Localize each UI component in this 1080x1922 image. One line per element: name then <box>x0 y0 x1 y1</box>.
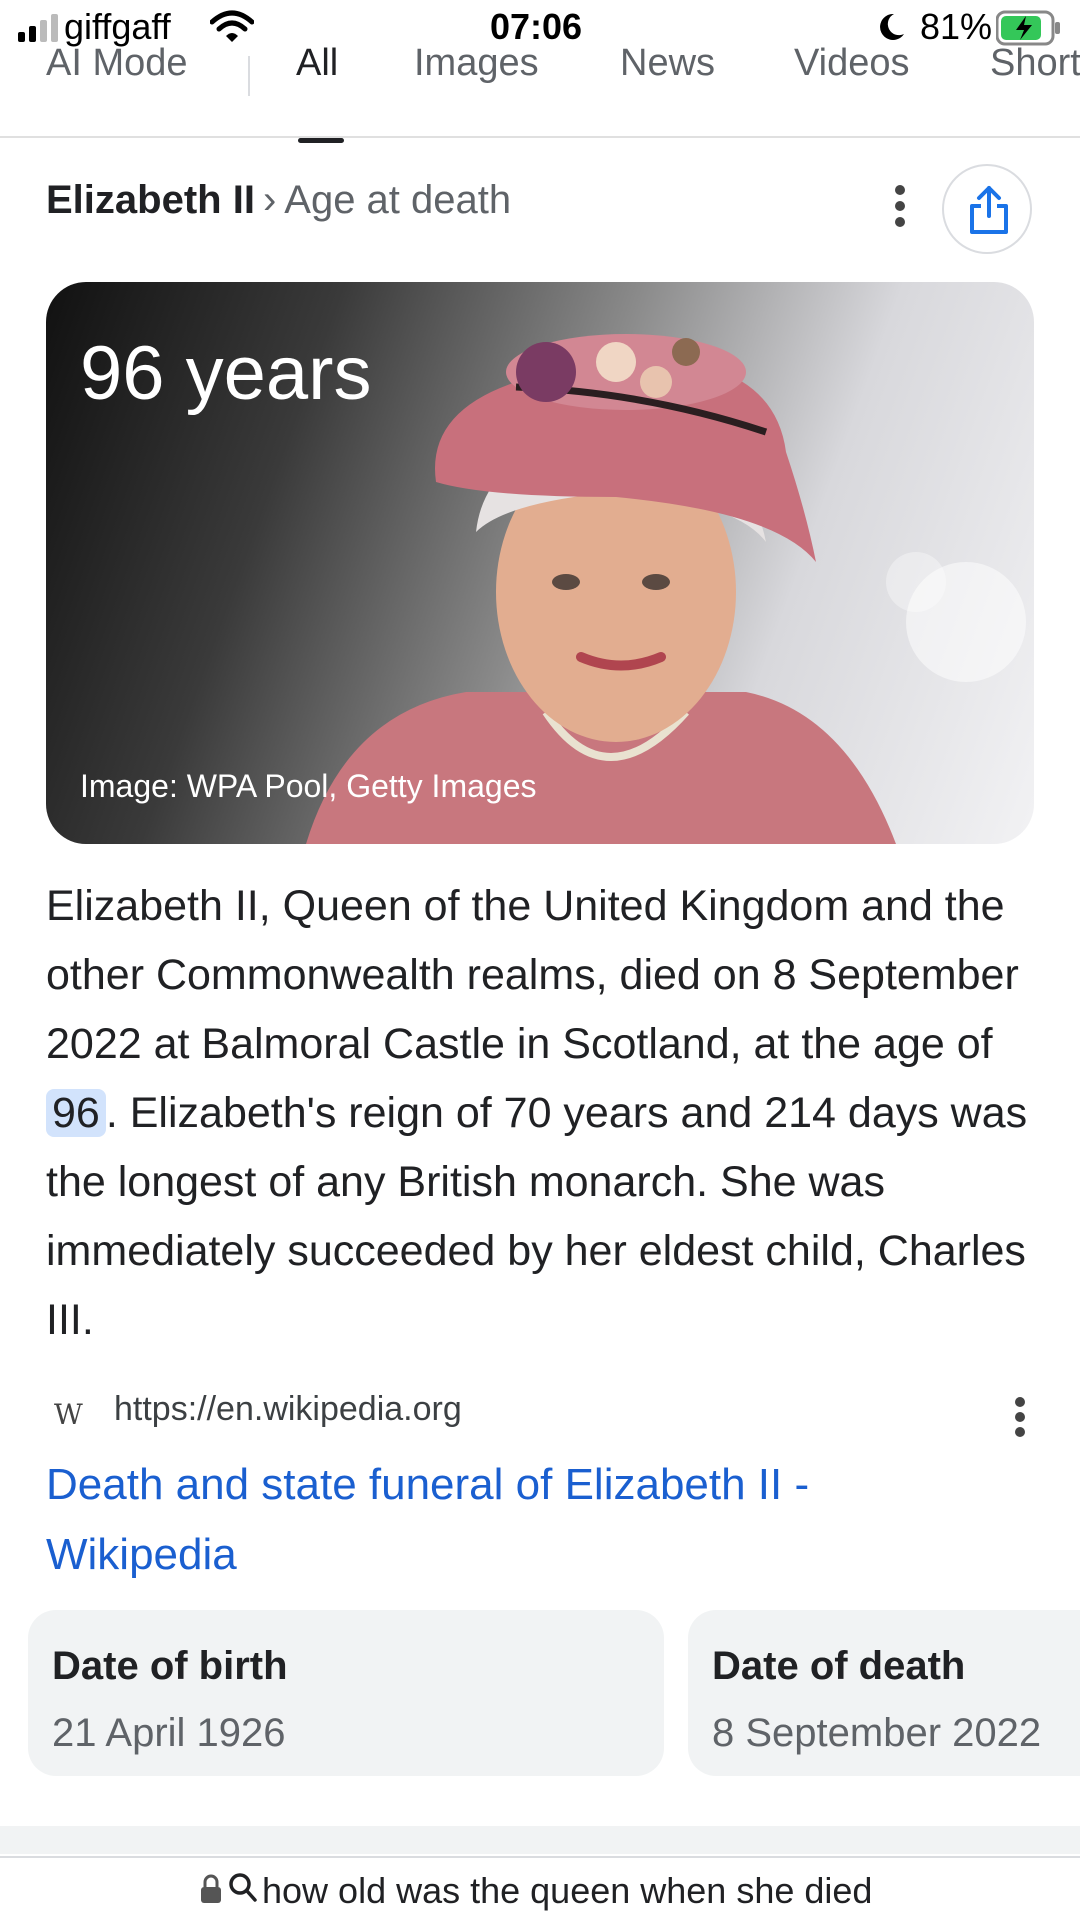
moon-icon <box>880 13 904 40</box>
source-more-button[interactable] <box>1000 1392 1040 1442</box>
more-options-button[interactable] <box>880 178 920 234</box>
image-credit: Image: WPA Pool, Getty Images <box>80 768 537 804</box>
highlighted-age: 96 <box>46 1089 106 1137</box>
search-query: how old was the queen when she died <box>262 1870 873 1911</box>
section-divider <box>0 1826 1080 1854</box>
browser-url-bar[interactable]: how old was the queen when she died <box>0 1856 1080 1922</box>
source-title-link[interactable]: Death and state funeral of Elizabeth II … <box>46 1450 946 1590</box>
description-text-after: . Elizabeth's reign of 70 years and 214 … <box>46 1089 1028 1344</box>
fact-card-death[interactable]: Date of death 8 September 2022 <box>688 1610 1080 1776</box>
tab-ai-mode[interactable]: AI Mode <box>46 42 188 85</box>
answer-description: Elizabeth II, Queen of the United Kingdo… <box>46 872 1036 1355</box>
search-icon <box>229 1873 257 1902</box>
search-tabs: AI Mode All Images News Videos Short <box>0 40 1080 143</box>
vertical-dots-icon <box>895 185 905 227</box>
tab-all[interactable]: All <box>296 42 338 85</box>
breadcrumb-attribute: Age at death <box>284 178 512 222</box>
source-url[interactable]: https://en.wikipedia.org <box>114 1390 462 1429</box>
fact-label: Date of death <box>712 1644 966 1688</box>
wifi-icon <box>210 10 254 42</box>
signal-icon <box>18 14 58 42</box>
tab-news[interactable]: News <box>620 42 715 85</box>
breadcrumb-entity[interactable]: Elizabeth II <box>46 178 255 222</box>
fact-value: 8 September 2022 <box>712 1711 1042 1755</box>
hero-age-title: 96 years <box>80 331 372 416</box>
hero-image-card[interactable]: 96 years Image: WPA Pool, Getty Images <box>46 282 1034 844</box>
fact-card-birth[interactable]: Date of birth 21 April 1926 <box>28 1610 664 1776</box>
wikipedia-icon: W <box>54 1398 83 1431</box>
lock-icon <box>201 1874 221 1903</box>
tab-short[interactable]: Short <box>990 42 1080 85</box>
share-icon <box>970 186 1008 234</box>
fact-label: Date of birth <box>52 1644 288 1688</box>
breadcrumb-separator: › <box>262 178 277 222</box>
tab-images[interactable]: Images <box>414 42 539 85</box>
description-text-before: Elizabeth II, Queen of the United Kingdo… <box>46 882 1019 1068</box>
fact-value: 21 April 1926 <box>52 1711 286 1755</box>
share-button[interactable] <box>942 164 1032 254</box>
vertical-dots-icon <box>1015 1397 1025 1437</box>
breadcrumb: Elizabeth II › Age at death <box>46 178 511 223</box>
tab-videos[interactable]: Videos <box>794 42 910 85</box>
active-tab-indicator <box>298 138 344 143</box>
tab-divider <box>248 56 250 96</box>
